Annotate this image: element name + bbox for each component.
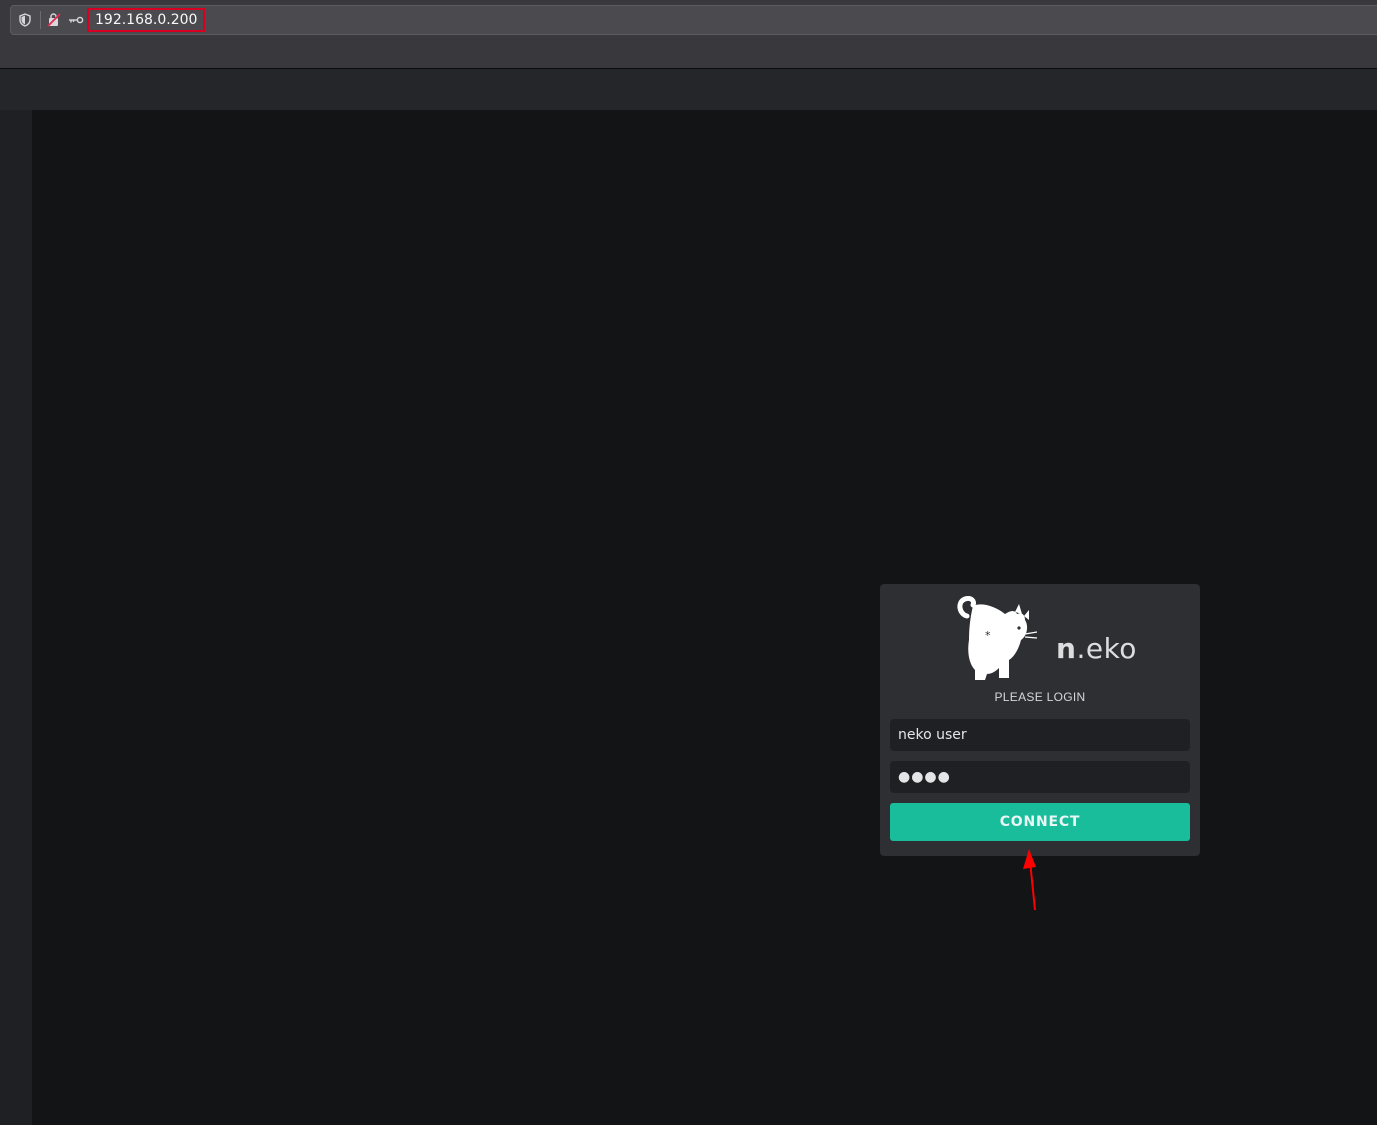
brand-rest: .eko xyxy=(1076,632,1137,665)
key-icon[interactable] xyxy=(68,12,84,28)
cat-logo-icon: * xyxy=(957,596,1038,680)
left-rail xyxy=(0,110,32,1125)
browser-toolbar: 192.168.0.200 xyxy=(0,0,1377,69)
page-header-strip xyxy=(0,69,1377,110)
url-separator xyxy=(40,11,41,29)
url-bar[interactable]: 192.168.0.200 xyxy=(10,5,1377,35)
login-card: * n.eko PLEASE LOGIN CONNECT xyxy=(880,584,1200,856)
url-text[interactable]: 192.168.0.200 xyxy=(87,8,206,32)
svg-text:*: * xyxy=(985,629,991,642)
username-input[interactable] xyxy=(890,719,1190,751)
brand-bold: n xyxy=(1056,632,1077,665)
login-heading: PLEASE LOGIN xyxy=(994,690,1086,704)
neko-logo: * n.eko xyxy=(955,596,1136,682)
brand-name: n.eko xyxy=(1056,632,1137,666)
annotation-arrow xyxy=(1023,849,1036,911)
connect-button[interactable]: CONNECT xyxy=(890,803,1190,841)
blocked-permission-icon[interactable] xyxy=(46,12,62,28)
shield-icon[interactable] xyxy=(17,12,33,28)
password-input[interactable] xyxy=(890,761,1190,793)
